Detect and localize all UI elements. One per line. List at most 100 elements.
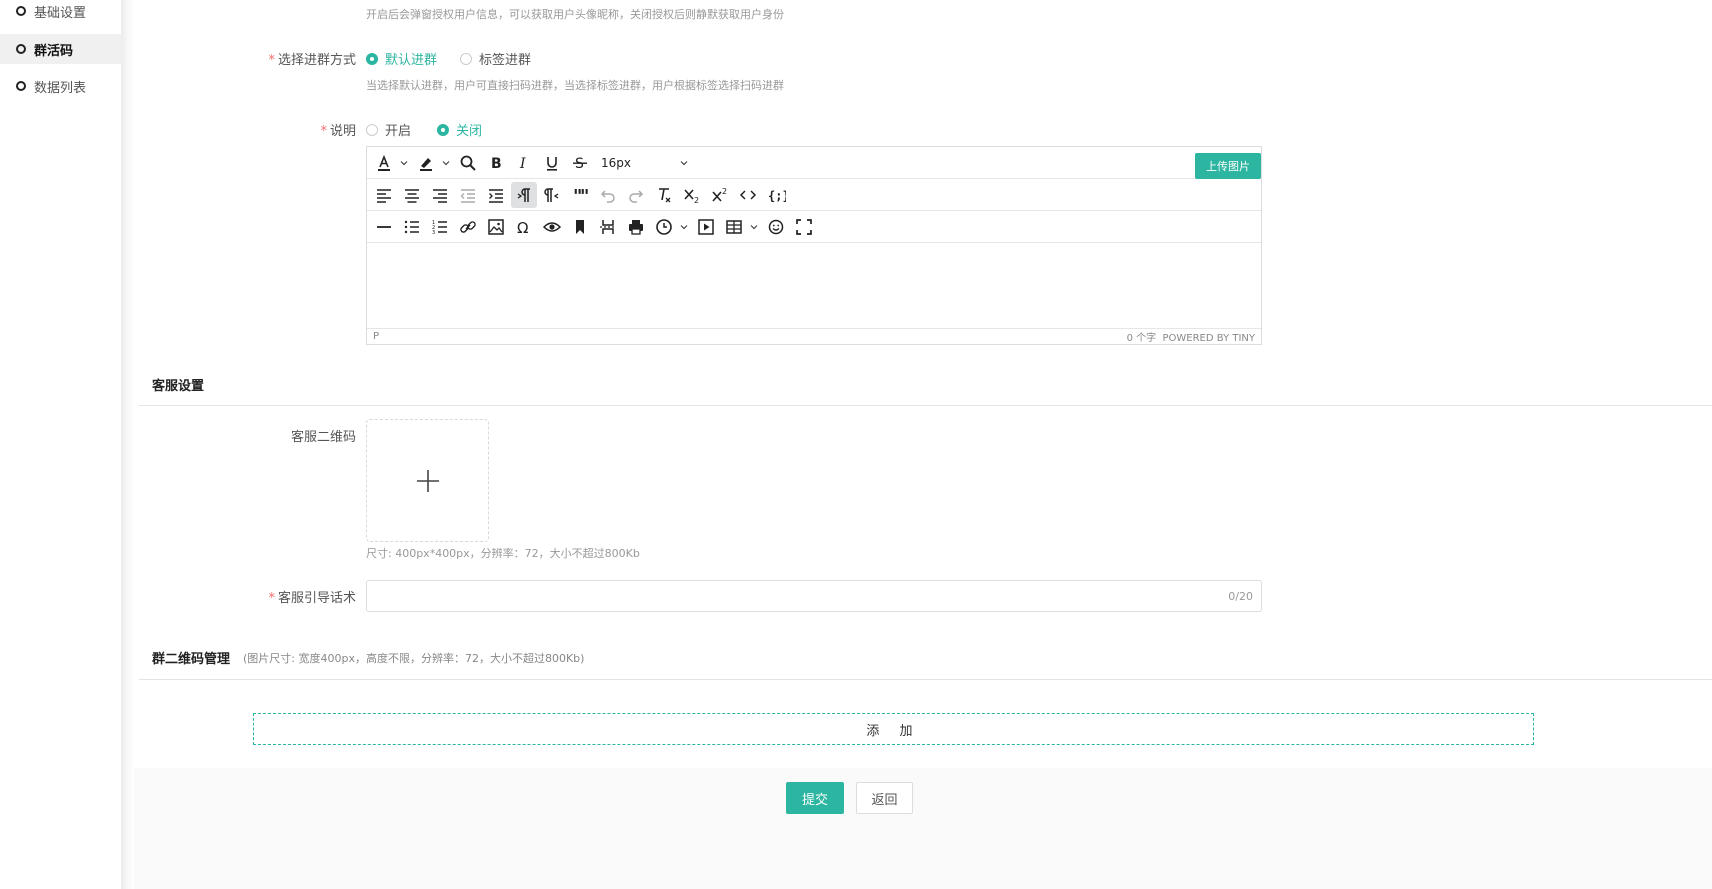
svg-text:Ω: Ω <box>517 219 528 237</box>
guide-text-field: 0/20 <box>366 580 1262 612</box>
circle-icon <box>16 81 26 91</box>
sidebar-item-group-code[interactable]: 群活码 <box>0 34 122 64</box>
circle-icon <box>16 6 26 16</box>
editor-toolbar-row-2: "" 2 2 {;} <box>367 179 1261 211</box>
subscript-icon[interactable]: 2 <box>679 182 705 208</box>
plus-icon <box>416 469 439 492</box>
special-character-icon[interactable]: Ω <box>511 214 537 240</box>
radio-dot-icon <box>460 52 472 65</box>
align-right-icon[interactable] <box>427 182 453 208</box>
editor-path[interactable]: P <box>373 331 379 342</box>
search-icon[interactable] <box>455 150 481 176</box>
svg-text:B: B <box>491 156 502 172</box>
horizontal-rule-icon[interactable] <box>371 214 397 240</box>
clear-format-icon[interactable] <box>651 182 677 208</box>
image-icon[interactable] <box>483 214 509 240</box>
guide-text-input[interactable] <box>367 581 1207 611</box>
editor-status-right: 0 个字 POWERED BY TINY <box>1127 329 1255 344</box>
sidebar-item-data-list[interactable]: 数据列表 <box>0 71 122 101</box>
sidebar-item-label: 数据列表 <box>34 80 87 96</box>
svg-text:I: I <box>519 156 526 172</box>
description-on-radio[interactable]: 开启 <box>366 120 411 139</box>
undo-icon[interactable] <box>595 182 621 208</box>
media-icon[interactable] <box>693 214 719 240</box>
word-count[interactable]: 0 个字 <box>1127 333 1157 344</box>
add-group-qr-button[interactable]: 添 加 <box>253 713 1534 745</box>
font-size-select[interactable]: 16px <box>595 150 695 176</box>
editor-content-area[interactable] <box>367 243 1261 331</box>
join-mode-tag-radio[interactable]: 标签进群 <box>460 49 531 68</box>
sidebar-item-basic-settings[interactable]: 基础设置 <box>0 0 122 26</box>
svg-text:2: 2 <box>694 196 699 205</box>
radio-dot-icon <box>437 123 449 136</box>
strikethrough-icon[interactable]: S <box>567 150 593 176</box>
editor-toolbar-row-1: B I S 16px 上传图片 <box>367 147 1261 179</box>
svg-text:3: 3 <box>432 230 435 236</box>
upload-image-button[interactable]: 上传图片 <box>1195 153 1261 179</box>
emoji-icon[interactable] <box>763 214 789 240</box>
clock-icon[interactable] <box>651 214 677 240</box>
description-off-radio[interactable]: 关闭 <box>437 120 482 139</box>
chevron-down-icon[interactable] <box>749 217 759 237</box>
svg-text:S: S <box>575 156 584 172</box>
description-label: * 说明 <box>320 124 356 139</box>
section-divider <box>139 405 1712 406</box>
auth-hint: 开启后会弹窗授权用户信息，可以获取用户头像昵称，关闭授权后则静默获取用户身份 <box>366 8 784 21</box>
align-left-icon[interactable] <box>371 182 397 208</box>
powered-by-link[interactable]: POWERED BY TINY <box>1163 333 1256 344</box>
join-mode-label: * 选择进群方式 <box>268 53 356 68</box>
service-qr-hint: 尺寸: 400px*400px，分辨率：72，大小不超过800Kb <box>366 547 640 560</box>
page-break-icon[interactable] <box>595 214 621 240</box>
redo-icon[interactable] <box>623 182 649 208</box>
service-qr-uploader[interactable] <box>366 419 489 542</box>
join-mode-hint: 当选择默认进群，用户可直接扫码进群，当选择标签进群，用户根据标签选择扫码进群 <box>366 79 784 92</box>
sidebar-item-label: 群活码 <box>34 43 74 59</box>
svg-text:": " <box>580 186 589 205</box>
required-mark: * <box>268 591 275 606</box>
back-button[interactable]: 返回 <box>856 782 913 814</box>
fullscreen-icon[interactable] <box>791 214 817 240</box>
editor-statusbar: P 0 个字 POWERED BY TINY <box>367 328 1261 344</box>
radio-dot-icon <box>366 52 378 65</box>
rich-text-editor: B I S 16px 上传图片 "" 2 2 {;} 123 Ω <box>366 146 1262 345</box>
bullet-list-icon[interactable] <box>399 214 425 240</box>
outdent-icon[interactable] <box>455 182 481 208</box>
template-icon[interactable]: {;} <box>763 182 789 208</box>
preview-eye-icon[interactable] <box>539 214 565 240</box>
chevron-down-icon[interactable] <box>441 153 451 173</box>
required-mark: * <box>268 53 275 68</box>
italic-icon[interactable]: I <box>511 150 537 176</box>
numbered-list-icon[interactable]: 123 <box>427 214 453 240</box>
sidebar-item-label: 基础设置 <box>34 5 87 21</box>
service-qr-label: 客服二维码 <box>290 430 356 445</box>
rtl-direction-icon[interactable] <box>539 182 565 208</box>
svg-text:2: 2 <box>722 187 727 196</box>
table-icon[interactable] <box>721 214 747 240</box>
text-color-icon[interactable] <box>371 150 397 176</box>
underline-icon[interactable] <box>539 150 565 176</box>
highlight-color-icon[interactable] <box>413 150 439 176</box>
print-icon[interactable] <box>623 214 649 240</box>
ltr-direction-icon[interactable] <box>511 181 537 208</box>
bold-icon[interactable]: B <box>483 150 509 176</box>
required-mark: * <box>320 124 327 139</box>
superscript-icon[interactable]: 2 <box>707 182 733 208</box>
link-icon[interactable] <box>455 214 481 240</box>
bookmark-icon[interactable] <box>567 214 593 240</box>
footer-bar <box>134 768 1712 889</box>
chevron-down-icon[interactable] <box>399 153 409 173</box>
section-divider <box>139 679 1712 680</box>
sidebar: 基础设置 群活码 数据列表 <box>0 0 122 889</box>
char-counter: 0/20 <box>1228 590 1253 603</box>
code-icon[interactable] <box>735 182 761 208</box>
indent-icon[interactable] <box>483 182 509 208</box>
submit-button[interactable]: 提交 <box>786 782 844 814</box>
chevron-down-icon <box>680 160 688 165</box>
radio-dot-icon <box>366 123 378 136</box>
join-mode-default-radio[interactable]: 默认进群 <box>366 49 437 68</box>
service-section-title: 客服设置 <box>152 379 205 394</box>
align-center-icon[interactable] <box>399 182 425 208</box>
sidebar-shadow <box>122 0 134 889</box>
chevron-down-icon[interactable] <box>679 217 689 237</box>
blockquote-icon[interactable]: " " <box>567 182 593 208</box>
